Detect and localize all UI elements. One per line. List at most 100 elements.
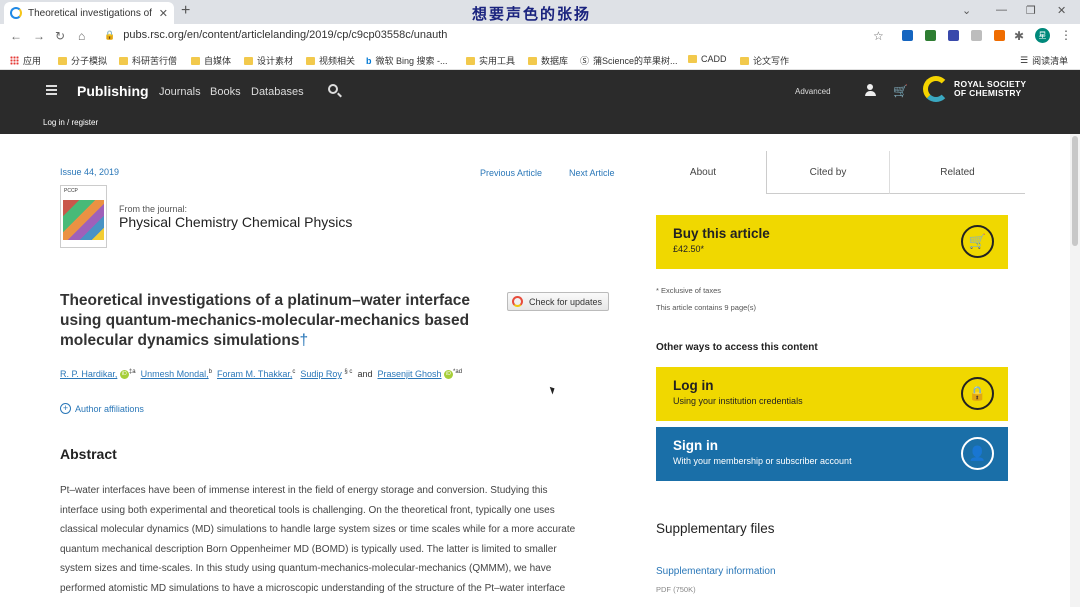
- reading-list-label: 阅读清单: [1032, 56, 1069, 66]
- publishing-brand[interactable]: Publishing: [77, 83, 149, 99]
- restore-icon[interactable]: ❐: [1026, 4, 1036, 17]
- folder-icon: [244, 56, 253, 65]
- user-account-icon[interactable]: [864, 84, 876, 96]
- new-tab-button[interactable]: +: [181, 2, 190, 20]
- bookmark-item[interactable]: 实用工具: [466, 54, 515, 67]
- minimize-icon[interactable]: —: [996, 4, 1007, 16]
- window-close-icon[interactable]: ✕: [1057, 4, 1066, 17]
- logo-line-2: OF CHEMISTRY: [954, 88, 1022, 98]
- folder-icon: [58, 56, 67, 65]
- previous-article-link[interactable]: Previous Article: [480, 168, 542, 178]
- affiliations-label: Author affiliations: [75, 403, 144, 414]
- site-header: Publishing Journals Books Databases Adva…: [0, 70, 1080, 134]
- hamburger-menu-icon[interactable]: [46, 85, 57, 97]
- institution-login-button[interactable]: Log in Using your institution credential…: [656, 367, 1008, 421]
- back-icon[interactable]: ←: [10, 29, 22, 43]
- tab-related[interactable]: Related: [890, 151, 1025, 194]
- bing-icon: b: [366, 55, 372, 66]
- member-signin-button[interactable]: Sign in With your membership or subscrib…: [656, 427, 1008, 481]
- search-icon[interactable]: [328, 84, 338, 94]
- bookmark-item[interactable]: 科研苦行僧: [119, 54, 177, 67]
- author-affiliations-toggle[interactable]: + Author affiliations: [60, 403, 144, 414]
- signin-subtitle: With your membership or subscriber accou…: [673, 456, 852, 466]
- folder-icon: [119, 56, 128, 65]
- bookmark-item[interactable]: b 微软 Bing 搜索 -...: [366, 54, 448, 67]
- folder-icon: [466, 56, 475, 65]
- tab-close-icon[interactable]: ✕: [159, 7, 168, 20]
- author-sup: *ad: [453, 369, 463, 375]
- login-register-link[interactable]: Log in / register: [43, 118, 98, 127]
- folder-icon: [528, 56, 537, 65]
- tab-search-icon[interactable]: ⌄: [962, 4, 971, 17]
- page-scrollbar[interactable]: [1070, 134, 1080, 607]
- cover-label: PCCP: [64, 188, 78, 194]
- bookmark-item[interactable]: 视频相关: [306, 54, 355, 67]
- browser-menu-icon[interactable]: ⋮: [1060, 28, 1072, 42]
- buy-article-button[interactable]: Buy this article £42.50* 🛒: [656, 215, 1008, 269]
- author-sup: ‡a: [128, 369, 136, 375]
- mouse-cursor-icon: [549, 385, 557, 395]
- nav-journals[interactable]: Journals: [159, 86, 201, 98]
- bookmark-item[interactable]: 设计素材: [244, 54, 293, 67]
- bookmark-label: 分子模拟: [71, 56, 108, 66]
- supplementary-info-link[interactable]: Supplementary information: [656, 566, 776, 577]
- bookmark-item[interactable]: 论文写作: [740, 54, 789, 67]
- rsc-logo[interactable]: ROYAL SOCIETY OF CHEMISTRY: [923, 76, 1026, 102]
- orcid-icon[interactable]: iD: [444, 370, 454, 380]
- bookmark-item[interactable]: 应用: [10, 54, 41, 67]
- reading-list[interactable]: ☰ 阅读清单: [1020, 54, 1068, 67]
- author-link[interactable]: R. P. Hardikar,: [60, 369, 117, 379]
- article-title-text: Theoretical investigations of a platinum…: [60, 292, 470, 349]
- author-sup: § c: [344, 369, 353, 375]
- extension-icon[interactable]: [994, 30, 1005, 41]
- journal-name[interactable]: Physical Chemistry Chemical Physics: [119, 214, 352, 230]
- url-field[interactable]: 🔒 pubs.rsc.org/en/content/articlelanding…: [104, 29, 447, 41]
- expand-plus-icon: +: [60, 403, 71, 414]
- bookmark-item[interactable]: 数据库: [528, 54, 568, 67]
- author-link[interactable]: Foram M. Thakkar,: [217, 369, 292, 379]
- user-avatar-icon: 👤: [961, 437, 994, 470]
- tab-about[interactable]: About: [640, 151, 766, 194]
- bookmark-item[interactable]: CADD: [688, 54, 727, 64]
- crossmark-icon: [512, 296, 523, 307]
- issue-link[interactable]: Issue 44, 2019: [60, 167, 119, 177]
- bookmark-star-icon[interactable]: ☆: [873, 29, 884, 43]
- supplementary-file-meta: PDF (750K): [656, 585, 696, 594]
- author-link[interactable]: Unmesh Mondal,: [141, 369, 209, 379]
- extension-icon[interactable]: [925, 30, 936, 41]
- abstract-line: classical molecular dynamics (MD) simula…: [60, 524, 576, 536]
- reload-icon[interactable]: ↻: [55, 29, 65, 43]
- nav-databases[interactable]: Databases: [251, 86, 304, 98]
- browser-tab[interactable]: Theoretical investigations of a ✕: [4, 2, 174, 24]
- rsc-logo-mark-icon: [923, 76, 949, 102]
- bookmark-label: 应用: [23, 56, 42, 66]
- title-footnote-mark[interactable]: †: [299, 332, 308, 349]
- video-caption-overlay: 想要声色的张扬: [472, 5, 592, 23]
- advanced-search-link[interactable]: Advanced: [795, 87, 831, 96]
- nav-books[interactable]: Books: [210, 86, 241, 98]
- extension-icon[interactable]: [971, 30, 982, 41]
- cart-icon[interactable]: 🛒: [893, 84, 908, 98]
- bookmark-label: 视频相关: [319, 56, 356, 66]
- scrollbar-thumb[interactable]: [1072, 136, 1078, 246]
- apps-grid-icon: [10, 56, 19, 65]
- forward-icon[interactable]: →: [33, 29, 45, 43]
- bookmark-item[interactable]: 自媒体: [191, 54, 231, 67]
- author-link[interactable]: Prasenjit Ghosh: [377, 369, 441, 379]
- extension-icon[interactable]: [948, 30, 959, 41]
- home-icon[interactable]: ⌂: [78, 29, 85, 43]
- reading-list-icon: ☰: [1020, 55, 1029, 65]
- author-link[interactable]: Sudip Roy: [300, 369, 342, 379]
- pages-note: This article contains 9 page(s): [656, 303, 757, 312]
- next-article-link[interactable]: Next Article: [569, 168, 615, 178]
- tax-note: * Exclusive of taxes: [656, 286, 722, 295]
- tab-cited-by[interactable]: Cited by: [766, 151, 890, 194]
- journal-cover-image[interactable]: PCCP: [60, 185, 107, 248]
- orcid-icon[interactable]: iD: [119, 370, 129, 380]
- extensions-puzzle-icon[interactable]: ✱: [1014, 29, 1024, 43]
- check-for-updates-button[interactable]: Check for updates: [507, 292, 609, 311]
- bookmark-item[interactable]: Ⓢ 蒲Science的苹果树...: [580, 54, 678, 67]
- extension-icon[interactable]: [902, 30, 913, 41]
- bookmark-item[interactable]: 分子模拟: [58, 54, 107, 67]
- profile-avatar[interactable]: 星: [1035, 28, 1050, 43]
